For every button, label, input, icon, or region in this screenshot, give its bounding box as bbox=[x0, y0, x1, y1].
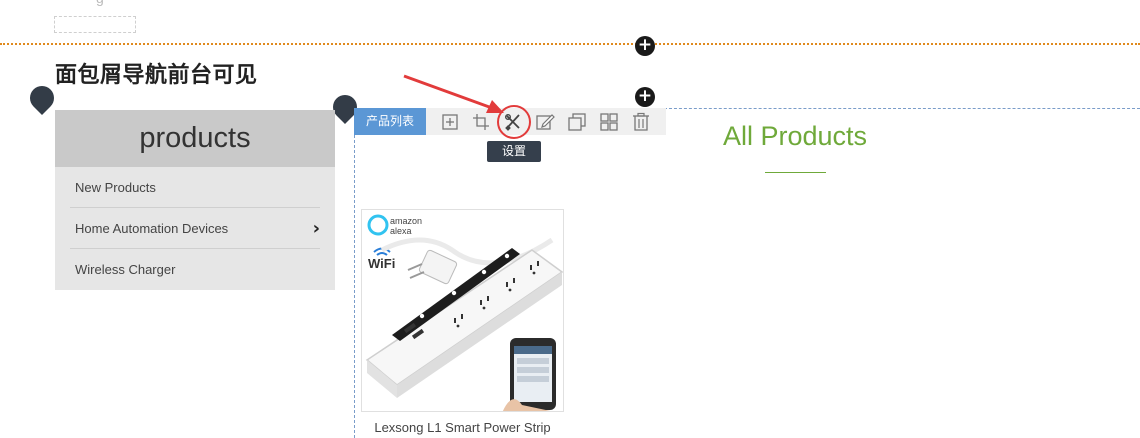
category-panel-title: products bbox=[55, 110, 335, 167]
category-item-home-automation[interactable]: Home Automation Devices › bbox=[70, 208, 320, 249]
module-boundary-left bbox=[354, 135, 355, 438]
add-module-button[interactable]: + bbox=[635, 87, 655, 107]
chevron-right-icon[interactable]: › bbox=[313, 208, 320, 249]
category-item-wireless-charger[interactable]: Wireless Charger bbox=[70, 249, 320, 290]
badge-brand-line1: amazon bbox=[390, 216, 422, 226]
trash-icon[interactable] bbox=[630, 111, 652, 133]
annotation-arrow-icon bbox=[403, 74, 504, 113]
partial-label: g bbox=[96, 0, 104, 6]
module-boundary-top bbox=[664, 108, 1140, 109]
badge-wifi: WiFi bbox=[368, 256, 395, 271]
product-name[interactable]: Lexsong L1 Smart Power Strip bbox=[361, 420, 564, 435]
copy-icon[interactable] bbox=[566, 111, 588, 133]
section-title: All Products bbox=[722, 121, 868, 151]
product-image: amazon alexa WiFi bbox=[362, 210, 563, 411]
category-item-label: Home Automation Devices bbox=[75, 221, 229, 236]
category-item-new-products[interactable]: New Products bbox=[70, 167, 320, 208]
section-divider bbox=[0, 43, 1140, 45]
edit-icon[interactable] bbox=[534, 111, 556, 133]
category-item-label: New Products bbox=[75, 180, 156, 195]
drag-handle-left[interactable] bbox=[25, 81, 59, 115]
badge-brand-line2: alexa bbox=[390, 226, 412, 236]
page-title: 面包屑导航前台可见 bbox=[55, 63, 258, 88]
product-card[interactable]: amazon alexa WiFi bbox=[361, 209, 564, 412]
title-underline bbox=[765, 172, 826, 173]
tooltip-settings: 设置 bbox=[487, 141, 541, 162]
category-item-label: Wireless Charger bbox=[75, 262, 176, 277]
add-section-button[interactable]: + bbox=[635, 36, 655, 56]
category-list: New Products Home Automation Devices › W… bbox=[55, 167, 335, 290]
placeholder-box bbox=[54, 16, 136, 33]
category-panel: products New Products Home Automation De… bbox=[55, 110, 335, 290]
grid-icon[interactable] bbox=[598, 111, 620, 133]
